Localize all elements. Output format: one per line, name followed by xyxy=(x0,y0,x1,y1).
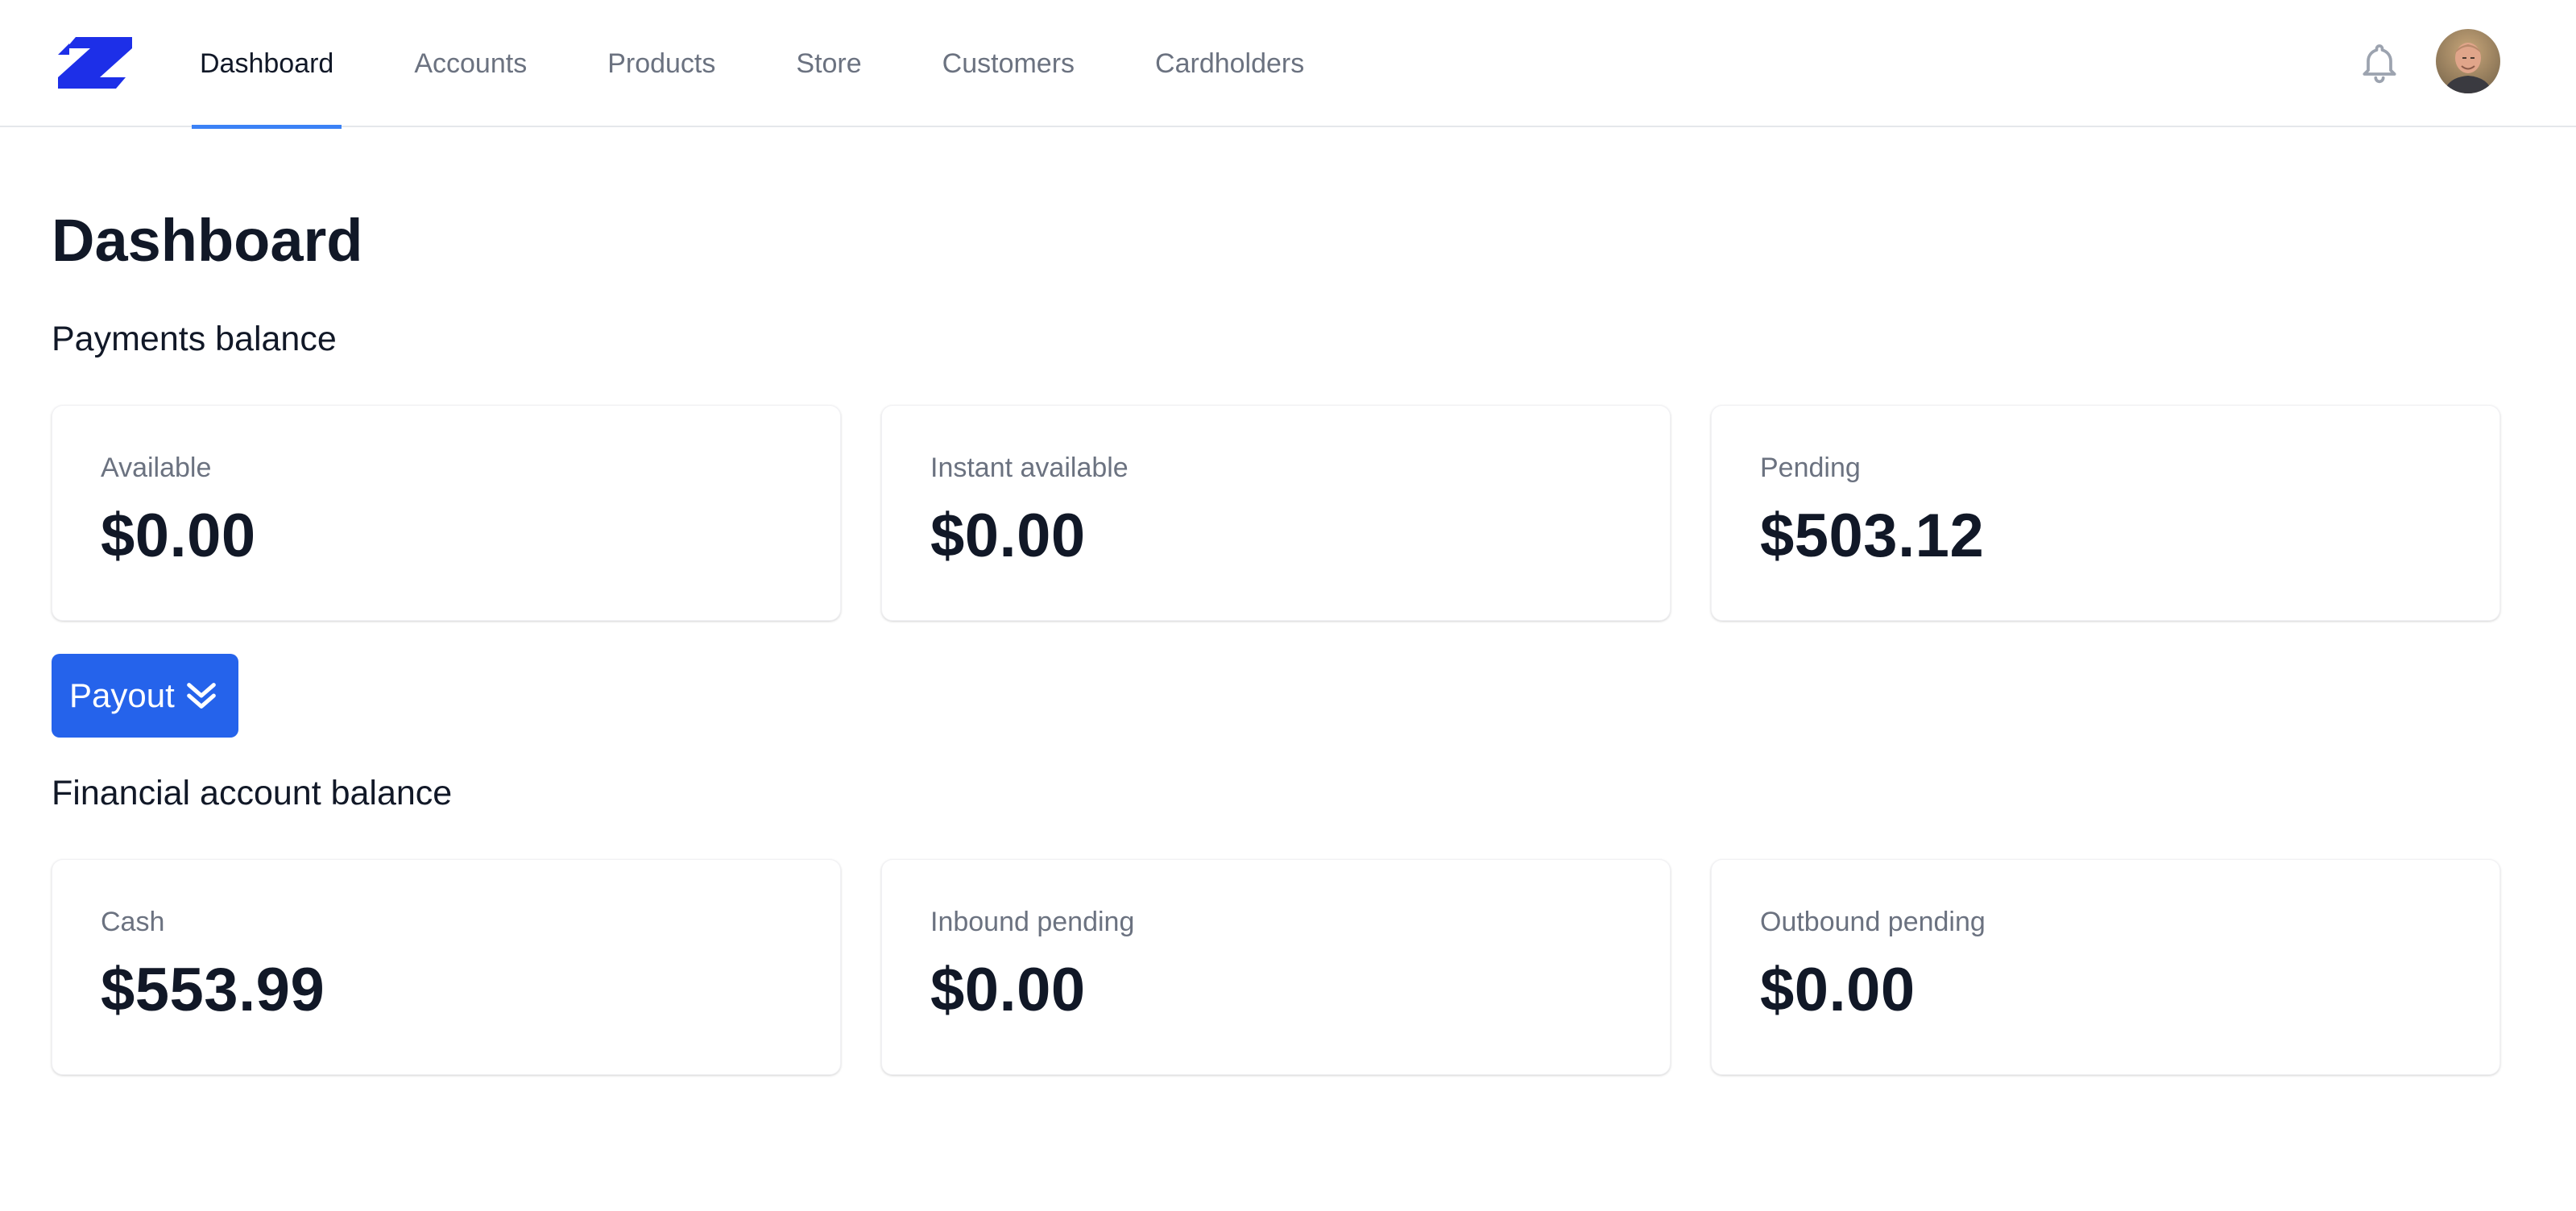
nav-item-store[interactable]: Store xyxy=(788,0,869,127)
card-label: Available xyxy=(101,453,212,483)
payout-button-label: Payout xyxy=(69,676,175,714)
card-value: $503.12 xyxy=(1760,502,1985,570)
main-nav: Dashboard Accounts Products Store Custom… xyxy=(192,0,1377,129)
card-value: $553.99 xyxy=(101,956,325,1024)
nav-item-accounts[interactable]: Accounts xyxy=(406,0,535,127)
card-label: Cash xyxy=(101,907,165,937)
card-label: Outbound pending xyxy=(1760,907,1986,937)
bell-icon[interactable] xyxy=(2357,40,2402,85)
card-value: $0.00 xyxy=(101,502,256,570)
payments-balance-title: Payments balance xyxy=(52,320,337,358)
balance-card-outbound-pending: Outbound pending $0.00 xyxy=(1711,859,2500,1075)
payments-balance-cards: Available $0.00 Instant available $0.00 … xyxy=(52,405,2500,621)
financial-account-balance-title: Financial account balance xyxy=(52,774,453,812)
nav-item-label: Products xyxy=(607,48,716,79)
card-value: $0.00 xyxy=(930,502,1086,570)
nav-item-products[interactable]: Products xyxy=(599,0,723,127)
top-navigation-bar: Dashboard Accounts Products Store Custom… xyxy=(0,0,2576,129)
nav-item-customers[interactable]: Customers xyxy=(934,0,1083,127)
nav-item-label: Store xyxy=(796,48,862,79)
nav-item-label: Cardholders xyxy=(1155,48,1305,79)
nav-item-cardholders[interactable]: Cardholders xyxy=(1147,0,1312,127)
z-logo-icon[interactable] xyxy=(58,37,132,89)
card-label: Pending xyxy=(1760,453,1861,483)
nav-item-label: Dashboard xyxy=(200,48,334,79)
financial-balance-cards: Cash $553.99 Inbound pending $0.00 Outbo… xyxy=(52,859,2500,1075)
balance-card-inbound-pending: Inbound pending $0.00 xyxy=(881,859,1671,1075)
double-chevron-down-icon xyxy=(183,677,220,714)
card-label: Inbound pending xyxy=(930,907,1135,937)
payout-button[interactable]: Payout xyxy=(52,654,238,738)
balance-card-pending: Pending $503.12 xyxy=(1711,405,2500,621)
balance-card-cash: Cash $553.99 xyxy=(52,859,841,1075)
card-label: Instant available xyxy=(930,453,1129,483)
page-title: Dashboard xyxy=(52,207,363,274)
nav-item-label: Accounts xyxy=(414,48,528,79)
card-value: $0.00 xyxy=(930,956,1086,1024)
avatar[interactable] xyxy=(2436,29,2500,93)
nav-item-dashboard[interactable]: Dashboard xyxy=(192,0,342,129)
card-value: $0.00 xyxy=(1760,956,1915,1024)
nav-item-label: Customers xyxy=(942,48,1075,79)
balance-card-instant-available: Instant available $0.00 xyxy=(881,405,1671,621)
balance-card-available: Available $0.00 xyxy=(52,405,841,621)
